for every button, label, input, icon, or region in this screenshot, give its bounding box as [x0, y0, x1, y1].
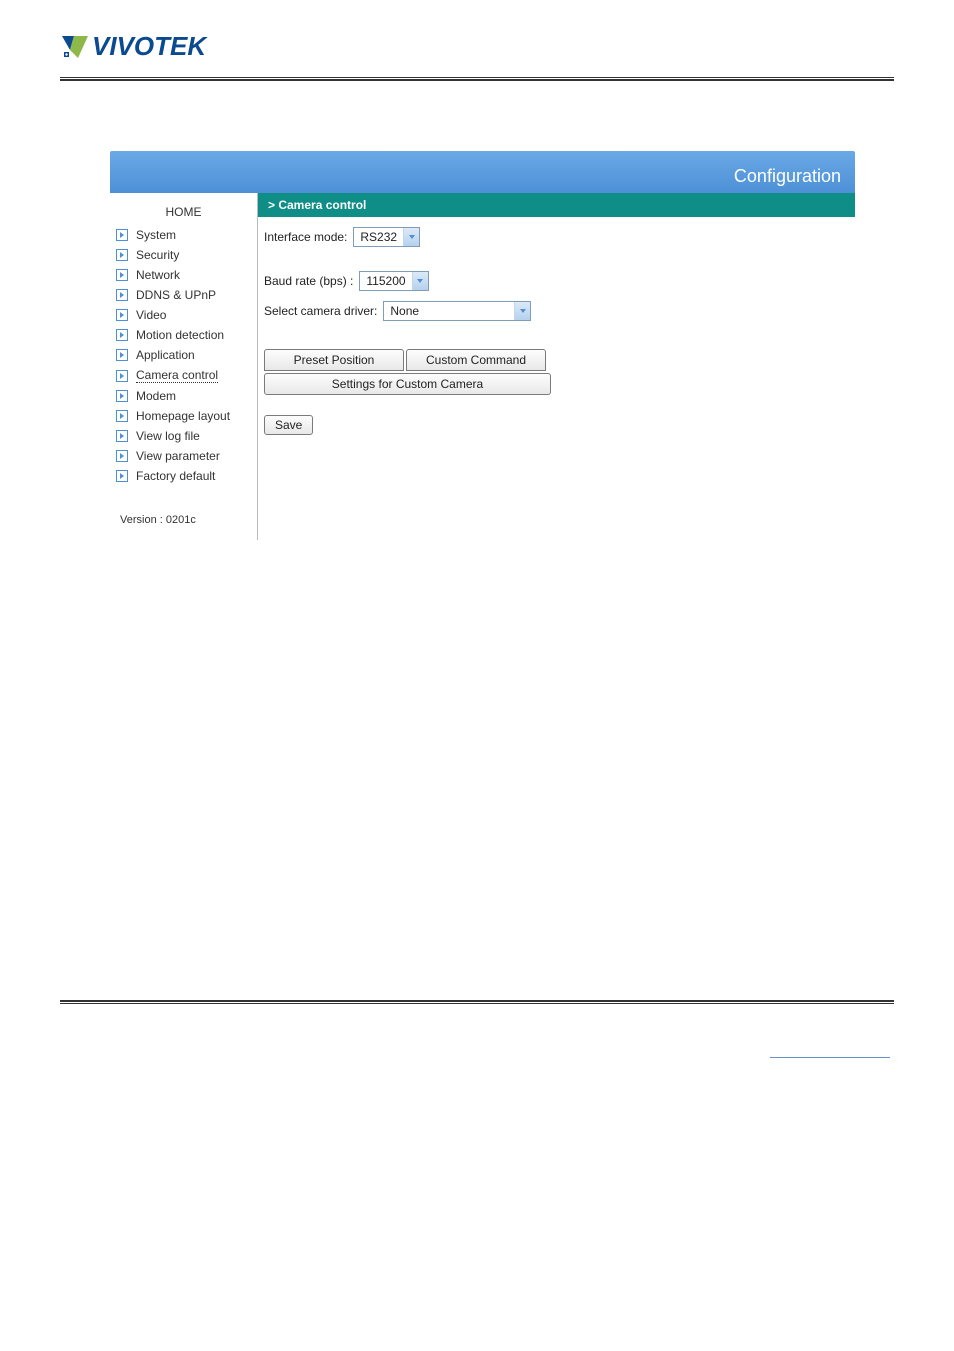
interface-mode-row: Interface mode: RS232 — [264, 227, 849, 247]
sidebar-item-label: View parameter — [136, 449, 220, 463]
sidebar-item-label: DDNS & UPnP — [136, 288, 216, 302]
sidebar-item-label: Video — [136, 308, 166, 322]
sidebar-item-application[interactable]: Application — [110, 345, 257, 365]
custom-command-button[interactable]: Custom Command — [406, 349, 546, 371]
brand-logo-text: VIVOTEK — [92, 31, 206, 62]
main-content: > Camera control Interface mode: RS232 B… — [258, 193, 855, 445]
baud-rate-row: Baud rate (bps) : 115200 — [264, 271, 849, 291]
sidebar-item-factory-default[interactable]: Factory default — [110, 466, 257, 486]
sidebar-item-label: System — [136, 228, 176, 242]
camera-driver-row: Select camera driver: None — [264, 301, 849, 321]
sidebar-home[interactable]: HOME — [110, 199, 257, 225]
section-title: > Camera control — [258, 193, 855, 217]
sidebar-item-label: Homepage layout — [136, 409, 230, 423]
sidebar-item-modem[interactable]: Modem — [110, 386, 257, 406]
arrow-right-icon — [116, 390, 128, 402]
config-header-bar: Configuration — [110, 151, 855, 193]
arrow-right-icon — [116, 410, 128, 422]
arrow-right-icon — [116, 370, 128, 382]
arrow-right-icon — [116, 349, 128, 361]
sidebar-item-view-parameter[interactable]: View parameter — [110, 446, 257, 466]
arrow-right-icon — [116, 289, 128, 301]
arrow-right-icon — [116, 430, 128, 442]
arrow-right-icon — [116, 309, 128, 321]
chevron-down-icon — [514, 302, 530, 320]
brand-logo: VIVOTEK — [60, 30, 894, 77]
interface-mode-label: Interface mode: — [264, 230, 347, 244]
arrow-right-icon — [116, 269, 128, 281]
sidebar-item-label: Factory default — [136, 469, 215, 483]
version-label: Version : 0201c — [110, 486, 257, 540]
sidebar-item-video[interactable]: Video — [110, 305, 257, 325]
sidebar-item-label: Network — [136, 268, 180, 282]
arrow-right-icon — [116, 329, 128, 341]
sidebar-item-label: Application — [136, 348, 195, 362]
page-title: Configuration — [734, 166, 841, 187]
sidebar-item-homepage-layout[interactable]: Homepage layout — [110, 406, 257, 426]
sidebar: HOME System Security — [110, 193, 258, 540]
brand-logo-icon — [60, 30, 90, 62]
arrow-right-icon — [116, 249, 128, 261]
sidebar-item-ddns-upnp[interactable]: DDNS & UPnP — [110, 285, 257, 305]
chevron-down-icon — [403, 228, 419, 246]
sidebar-item-label: Camera control — [136, 368, 218, 383]
sidebar-item-label: Security — [136, 248, 179, 262]
sidebar-item-system[interactable]: System — [110, 225, 257, 245]
sidebar-item-label: Modem — [136, 389, 176, 403]
sidebar-item-security[interactable]: Security — [110, 245, 257, 265]
baud-rate-label: Baud rate (bps) : — [264, 274, 353, 288]
select-value: 115200 — [360, 274, 411, 288]
sidebar-item-label: Motion detection — [136, 328, 224, 342]
baud-rate-select[interactable]: 115200 — [359, 271, 428, 291]
footer-link[interactable] — [770, 1044, 890, 1058]
arrow-right-icon — [116, 450, 128, 462]
sidebar-item-label: View log file — [136, 429, 200, 443]
camera-driver-select[interactable]: None — [383, 301, 531, 321]
footer-divider — [60, 1000, 894, 1004]
save-button[interactable]: Save — [264, 415, 313, 435]
sidebar-item-motion-detection[interactable]: Motion detection — [110, 325, 257, 345]
interface-mode-select[interactable]: RS232 — [353, 227, 420, 247]
select-value: None — [384, 304, 514, 318]
select-value: RS232 — [354, 230, 403, 244]
settings-custom-camera-button[interactable]: Settings for Custom Camera — [264, 373, 551, 395]
sidebar-item-network[interactable]: Network — [110, 265, 257, 285]
sidebar-item-camera-control[interactable]: Camera control — [110, 365, 257, 386]
sidebar-item-view-log-file[interactable]: View log file — [110, 426, 257, 446]
arrow-right-icon — [116, 470, 128, 482]
preset-position-button[interactable]: Preset Position — [264, 349, 404, 371]
chevron-down-icon — [412, 272, 428, 290]
header-divider — [60, 77, 894, 81]
arrow-right-icon — [116, 229, 128, 241]
camera-driver-label: Select camera driver: — [264, 304, 377, 318]
